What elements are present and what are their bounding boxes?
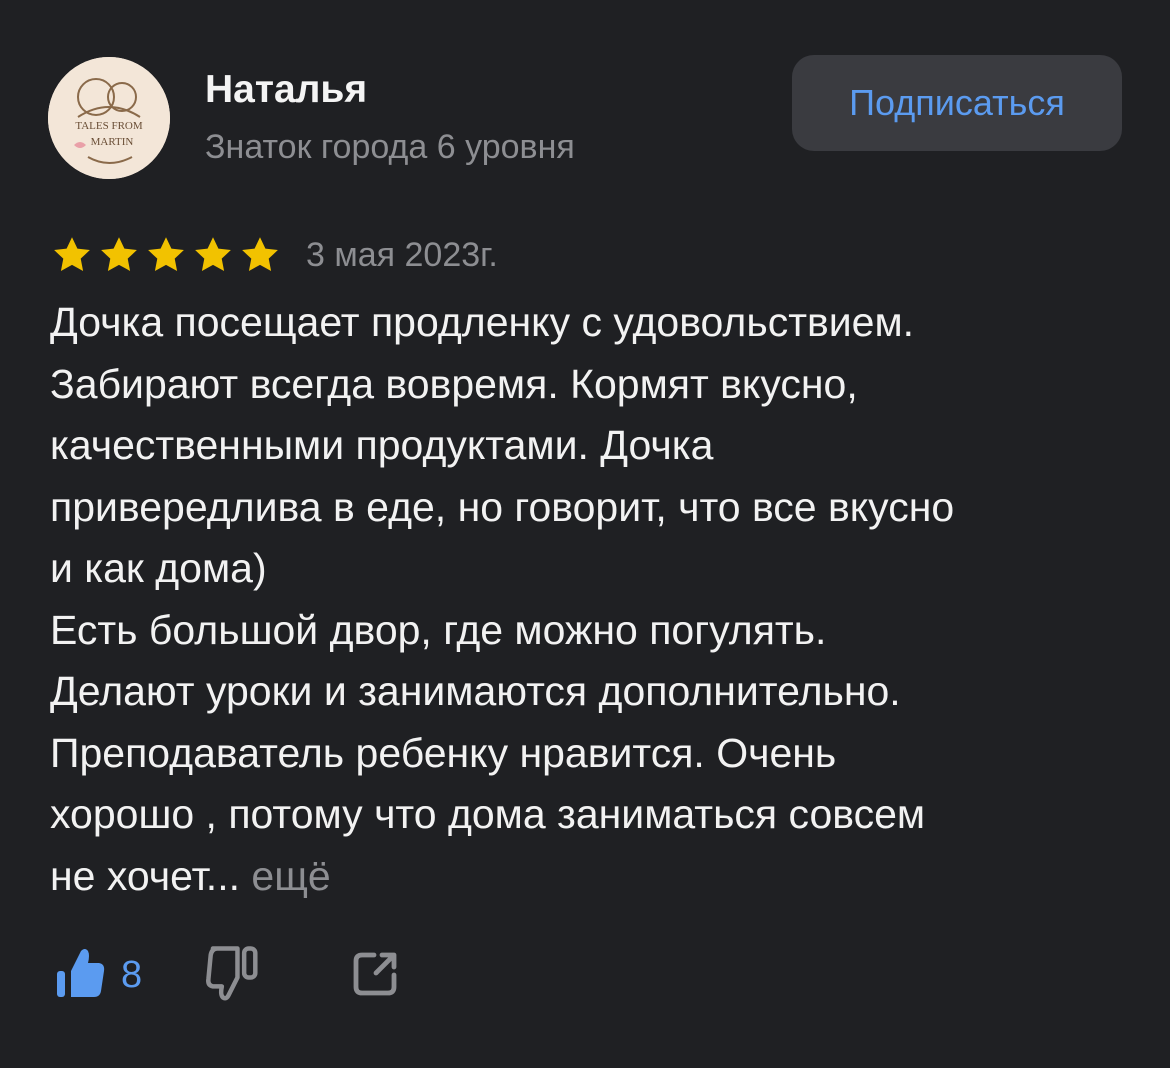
author-name[interactable]: Наталья [205, 66, 367, 114]
review-body: Дочка посещает продленку с удовольствием… [50, 299, 955, 899]
like-button[interactable]: 8 [55, 945, 142, 1006]
star-icon [191, 233, 235, 277]
star-rating [50, 233, 282, 277]
star-icon [50, 233, 94, 277]
review-date: 3 мая 2023г. [306, 236, 498, 274]
like-count: 8 [121, 953, 143, 996]
rating-row: 3 мая 2023г. [50, 227, 498, 283]
review-actions: 8 [55, 940, 402, 1010]
star-icon [97, 233, 141, 277]
thumbs-down-icon [204, 944, 262, 1007]
author-level: Знаток города 6 уровня [205, 128, 575, 166]
avatar-logo-text-bottom: MARTIN [91, 136, 134, 148]
share-icon [350, 947, 402, 1004]
star-icon [238, 233, 282, 277]
share-button[interactable] [350, 947, 402, 1004]
avatar-logo-icon: TALES FROM MARTIN [48, 57, 170, 179]
star-icon [144, 233, 188, 277]
thumbs-up-icon [55, 945, 107, 1006]
avatar[interactable]: TALES FROM MARTIN [48, 57, 170, 179]
read-more-link[interactable]: ещё [251, 853, 330, 899]
review-text: Дочка посещает продленку с удовольствием… [50, 292, 1140, 907]
subscribe-button[interactable]: Подписаться [792, 55, 1122, 151]
avatar-logo-text-top: TALES FROM [75, 120, 142, 132]
dislike-button[interactable] [204, 944, 262, 1007]
